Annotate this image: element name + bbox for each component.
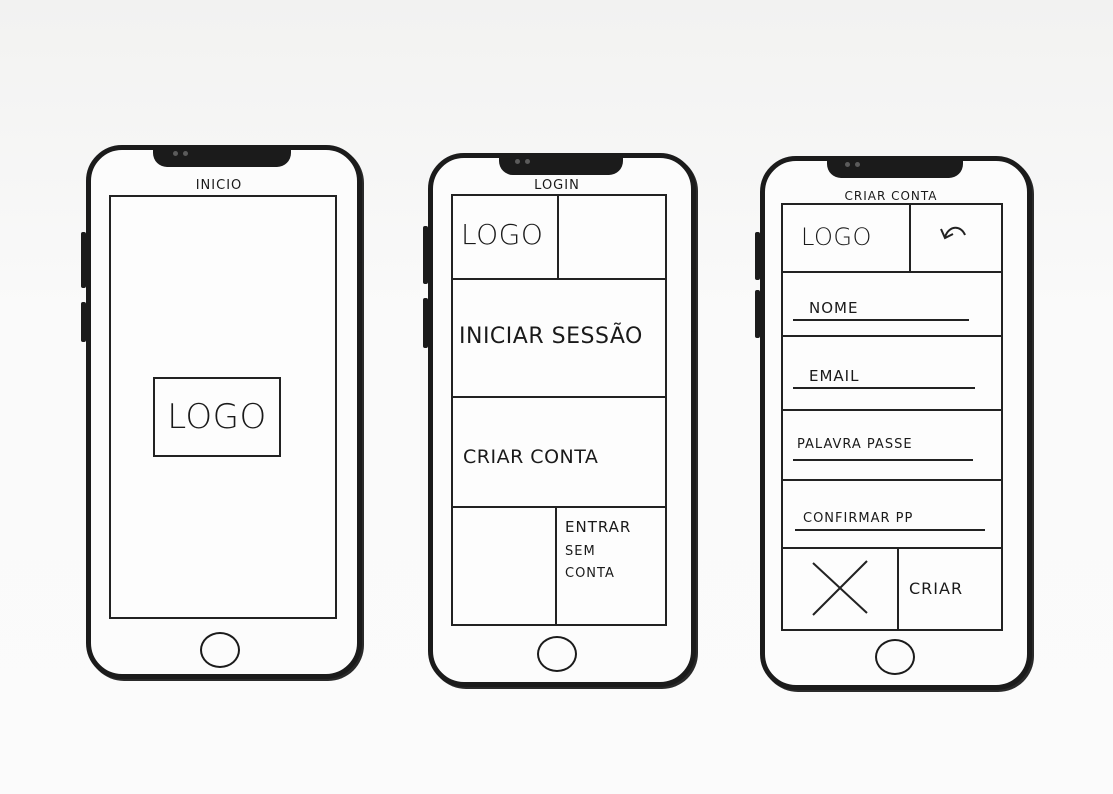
email-field-label: EMAIL (809, 367, 860, 385)
phone-notch (153, 145, 291, 167)
guest-label-line1: ENTRAR (565, 518, 632, 536)
side-button (357, 262, 362, 332)
name-field-label: NOME (809, 299, 859, 317)
screen-title: LOGIN (534, 178, 580, 193)
cancel-button[interactable] (781, 547, 899, 631)
side-button (691, 268, 696, 332)
header-empty-cell (557, 194, 667, 280)
screen-title: CRIAR CONTA (844, 189, 938, 203)
side-button (423, 226, 428, 284)
sign-in-button[interactable]: INICIAR SESSÃO (451, 278, 667, 398)
field-underline (793, 319, 969, 321)
camera-icon (515, 159, 520, 164)
screen-area: LOGO NOME EMAIL PALAVRA PASSE CONFIRMAR … (781, 203, 1003, 631)
password-field-label: PALAVRA PASSE (797, 437, 913, 452)
screen-area: LOGO INICIAR SESSÃO CRIAR CONTA ENTRAR S… (451, 194, 667, 626)
logo-text: LOGO (167, 397, 267, 437)
camera-icon (173, 151, 178, 156)
phone-criar-conta: CRIAR CONTA LOGO NOME EMAIL PALAVRA PASS… (760, 156, 1032, 690)
guest-label-line3: CONTA (565, 566, 615, 581)
create-button-label: CRIAR (909, 579, 964, 598)
create-account-button[interactable]: CRIAR CONTA (451, 396, 667, 508)
logo-cell: LOGO (451, 194, 559, 280)
screen-title: INICIO (195, 178, 243, 193)
create-button[interactable]: CRIAR (897, 547, 1003, 631)
field-underline (795, 529, 985, 531)
name-field[interactable]: NOME (781, 271, 1003, 337)
guest-login-button[interactable]: ENTRAR SEM CONTA (555, 506, 667, 626)
side-button (81, 232, 86, 288)
bottom-empty-cell (451, 506, 557, 626)
side-button (1027, 272, 1032, 342)
phone-inicio: INICIO LOGO (86, 145, 362, 679)
sign-in-label: INICIAR SESSÃO (459, 324, 643, 349)
camera-icon (183, 151, 188, 156)
confirm-password-label: CONFIRMAR PP (803, 511, 914, 526)
camera-icon (845, 162, 850, 167)
logo-text: LOGO (801, 223, 872, 251)
side-button (755, 290, 760, 338)
back-button[interactable] (909, 203, 1003, 273)
side-button (755, 232, 760, 280)
logo-text: LOGO (461, 218, 544, 251)
x-icon (812, 560, 868, 616)
field-underline (793, 387, 975, 389)
home-button[interactable] (537, 636, 577, 672)
side-button (423, 298, 428, 348)
confirm-password-field[interactable]: CONFIRMAR PP (781, 479, 1003, 549)
phone-notch (827, 156, 963, 178)
create-account-label: CRIAR CONTA (463, 446, 599, 468)
logo-box: LOGO (153, 377, 281, 457)
home-button[interactable] (875, 639, 915, 675)
camera-icon (525, 159, 530, 164)
camera-icon (855, 162, 860, 167)
side-button (81, 302, 86, 342)
phone-notch (499, 153, 623, 175)
screen-area: LOGO (109, 195, 337, 619)
undo-arrow-icon (940, 226, 966, 240)
field-underline (793, 459, 973, 461)
password-field[interactable]: PALAVRA PASSE (781, 409, 1003, 481)
logo-cell: LOGO (781, 203, 911, 273)
guest-label-line2: SEM (565, 544, 596, 559)
phone-login: LOGIN LOGO INICIAR SESSÃO CRIAR CONTA EN… (428, 153, 696, 687)
email-field[interactable]: EMAIL (781, 335, 1003, 411)
home-button[interactable] (200, 632, 240, 668)
